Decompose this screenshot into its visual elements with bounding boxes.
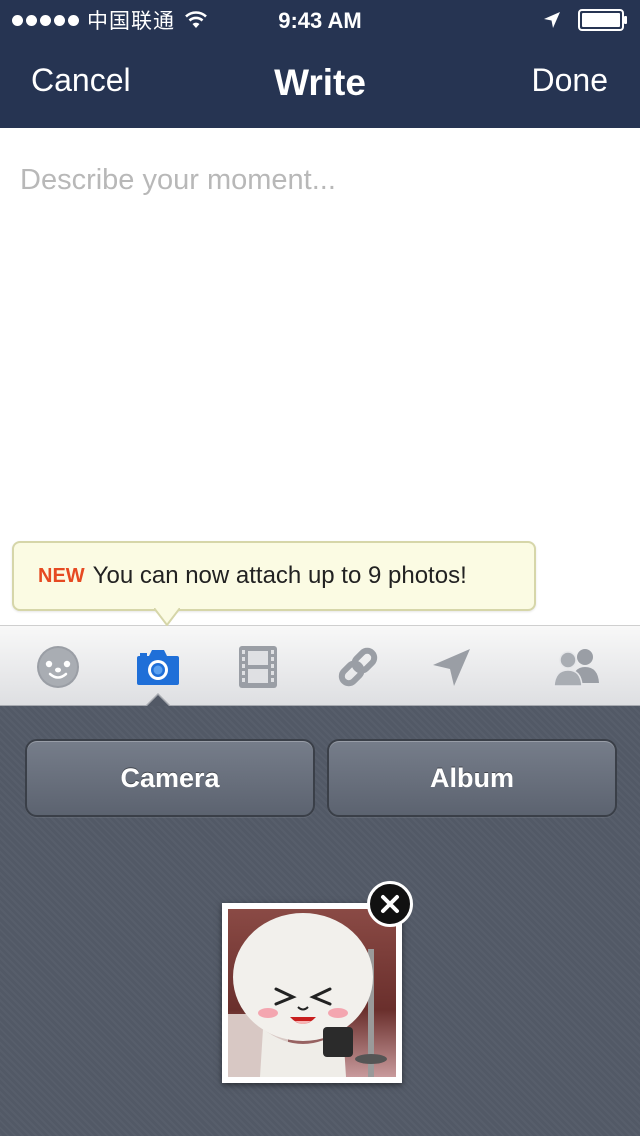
moment-text-input[interactable] [20,150,620,210]
link-button[interactable] [333,642,383,692]
sticker-button[interactable] [33,642,83,692]
cancel-button[interactable]: Cancel [31,62,131,99]
camera-icon [137,650,179,685]
friends-icon [553,649,599,687]
link-icon [338,647,378,687]
status-left: 中国联通 [12,0,209,40]
camera-button[interactable] [133,642,183,692]
write-screen: 中国联通 9:43 AM Cancel Write Done Describe … [0,0,640,1136]
sticker-icon [37,646,79,688]
done-button[interactable]: Done [532,62,609,99]
new-feature-tooltip: NEW You can now attach up to 9 photos! [12,541,536,626]
remove-photo-button[interactable] [367,881,413,927]
attachment-panel: Camera Album [0,706,640,1136]
nav-bar: Cancel Write Done [0,40,640,128]
wifi-icon [185,11,207,28]
attached-photo-image [228,909,396,1077]
location-button[interactable] [427,642,477,692]
camera-capture-button[interactable]: Camera [25,739,315,817]
carrier-name: 中国联通 [87,9,175,33]
status-right [542,0,628,40]
tooltip-tail [154,608,180,626]
battery-icon [578,9,627,31]
attachment-toolbar [0,625,640,706]
video-button[interactable] [233,642,283,692]
location-arrow-icon [544,12,560,28]
attached-photo-thumbnail[interactable] [222,903,402,1083]
location-icon [433,649,470,686]
active-tool-indicator [146,692,170,706]
album-button[interactable]: Album [327,739,617,817]
status-bar: 中国联通 9:43 AM [0,0,640,40]
signal-strength-icon [12,14,79,26]
tag-friends-button[interactable] [551,642,601,692]
new-badge: NEW [38,564,85,587]
tooltip-message: You can now attach up to 9 photos! [92,562,467,589]
video-icon [239,646,277,688]
close-icon [381,895,399,913]
